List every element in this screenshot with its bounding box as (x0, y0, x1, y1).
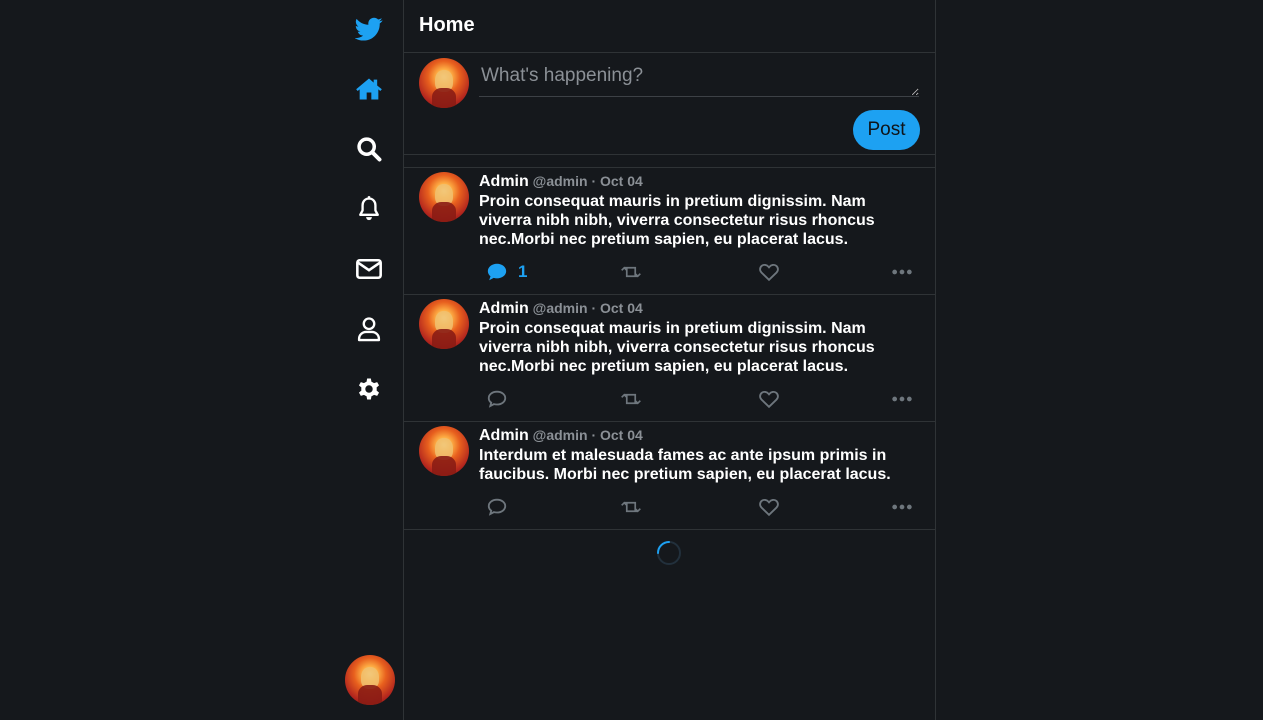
tweet-text: Proin consequat mauris in pretium dignis… (479, 320, 875, 375)
like-button[interactable] (758, 261, 780, 283)
profile-avatar[interactable] (345, 655, 395, 705)
more-options-button[interactable] (891, 261, 913, 283)
tweet-avatar[interactable] (419, 299, 469, 349)
tweet-author-name[interactable]: Admin (479, 173, 529, 190)
heart-icon (759, 263, 779, 282)
tweet-header: Admin @admin · Oct 04 (479, 427, 643, 445)
tweet-avatar[interactable] (419, 426, 469, 476)
page-title: Home (404, 0, 935, 53)
reply-button[interactable] (486, 388, 518, 410)
heart-icon (759, 498, 779, 517)
retweet-button[interactable] (620, 261, 642, 283)
search-icon[interactable] (354, 134, 384, 164)
reply-button[interactable] (486, 496, 518, 518)
home-icon[interactable] (354, 74, 384, 104)
more-options-button[interactable] (891, 496, 913, 518)
tweet-meta: @admin · Oct 04 (532, 173, 643, 189)
reply-button[interactable]: 1 (486, 261, 527, 283)
tweet-meta: @admin · Oct 04 (532, 427, 643, 443)
ellipsis-icon (892, 504, 912, 510)
reply-count: 1 (518, 262, 528, 281)
sidebar (335, 0, 403, 720)
comment-icon (487, 498, 507, 516)
tweet[interactable]: Admin @admin · Oct 04 Proin consequat ma… (404, 295, 935, 422)
twitter-logo-icon[interactable] (354, 14, 384, 44)
compose-avatar (419, 58, 469, 108)
more-options-button[interactable] (891, 388, 913, 410)
retweet-button[interactable] (620, 496, 642, 518)
compose-box: Post (404, 53, 935, 155)
post-button[interactable]: Post (853, 110, 920, 150)
divider (404, 155, 935, 168)
retweet-button[interactable] (620, 388, 642, 410)
like-button[interactable] (758, 388, 780, 410)
ellipsis-icon (892, 269, 912, 275)
like-button[interactable] (758, 496, 780, 518)
main-column: Home Post Admin @admin · Oct 04 Proin co… (403, 0, 936, 720)
loading-spinner-icon (657, 541, 681, 565)
tweet-text: Interdum et malesuada fames ac ante ipsu… (479, 447, 891, 483)
retweet-icon (621, 266, 641, 278)
tweet[interactable]: Admin @admin · Oct 04 Proin consequat ma… (404, 168, 935, 295)
tweet-author-name[interactable]: Admin (479, 300, 529, 317)
tweet-avatar[interactable] (419, 172, 469, 222)
retweet-icon (621, 393, 641, 405)
envelope-icon[interactable] (354, 254, 384, 284)
tweet-meta: @admin · Oct 04 (532, 300, 643, 316)
gear-icon[interactable] (354, 374, 384, 404)
tweet-header: Admin @admin · Oct 04 (479, 173, 643, 191)
ellipsis-icon (892, 396, 912, 402)
user-icon[interactable] (354, 314, 384, 344)
comment-filled-icon (487, 263, 507, 281)
compose-input[interactable] (479, 61, 919, 97)
tweet-author-name[interactable]: Admin (479, 427, 529, 444)
comment-icon (487, 390, 507, 408)
bell-icon[interactable] (354, 194, 384, 224)
heart-icon (759, 390, 779, 409)
tweet[interactable]: Admin @admin · Oct 04 Interdum et malesu… (404, 422, 935, 530)
tweet-header: Admin @admin · Oct 04 (479, 300, 643, 318)
retweet-icon (621, 501, 641, 513)
tweet-text: Proin consequat mauris in pretium dignis… (479, 193, 875, 248)
